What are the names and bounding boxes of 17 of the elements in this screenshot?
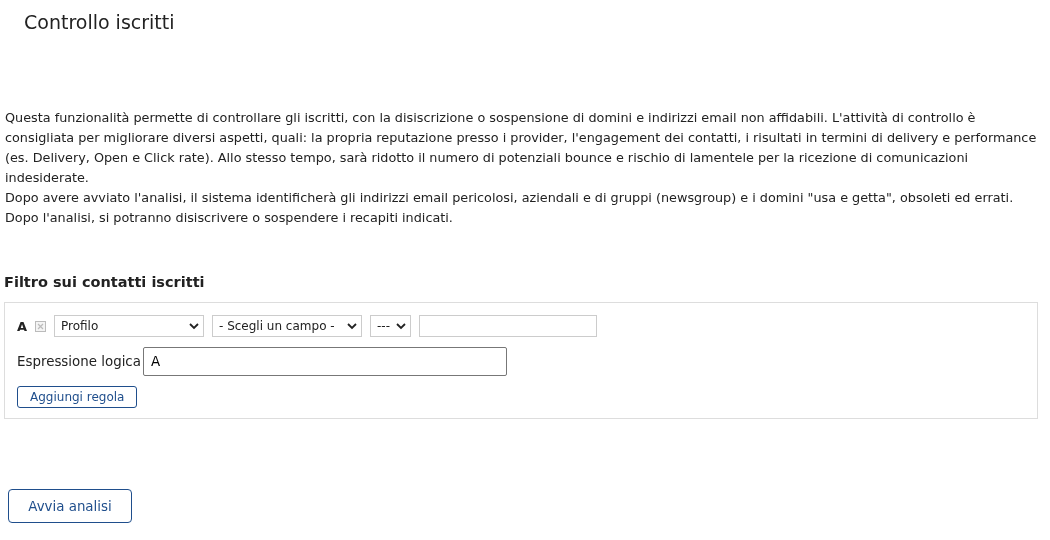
start-analysis-button[interactable]: Avvia analisi	[8, 489, 132, 523]
description-paragraph: Dopo avere avviato l'analisi, il sistema identificherà gli indirizzi email pericolosi, aziendali e di gruppi (newsgroup) e i domini "usa e getta", obsoleti ed errati.	[5, 189, 1015, 207]
caret-icon	[189, 322, 199, 330]
value-field[interactable]	[419, 315, 597, 337]
section-heading: Filtro sui contatti iscritti	[4, 274, 205, 290]
logic-field[interactable]: A	[142, 347, 507, 376]
page-title: Controllo iscritti	[24, 11, 175, 33]
dropdown[interactable]: - Scegli un campo -	[212, 315, 362, 337]
rule-letter: A	[17, 318, 27, 334]
description-paragraph: Dopo l'analisi, si potranno disiscrivere o sospendere i recapiti indicati.	[5, 209, 454, 227]
add-rule-button[interactable]: Aggiungi regola	[17, 386, 138, 408]
caret-icon	[396, 322, 406, 330]
logic-label: Espressione logica	[17, 354, 141, 369]
dropdown[interactable]: ---	[370, 315, 411, 337]
caret-icon	[347, 322, 357, 330]
dropdown[interactable]: Profilo	[54, 315, 204, 337]
description-paragraph: Questa funzionalità permette di controllare gli iscritti, con la disiscrizione o sospensione di domini e indirizzi email non affidabili. L'attività di controllo è consigliata per migliorare diversi aspetti, quali: la propria reputazione presso i provider, l'engagement dei contatti, i risultati in termini di delivery e performance (es. Delivery, Open e Click rate). Allo stesso tempo, sarà ridotto il numero di potenziali bounce e rischio di lamentele per la ricezione di comunicazioni indesiderate.	[5, 109, 1038, 187]
